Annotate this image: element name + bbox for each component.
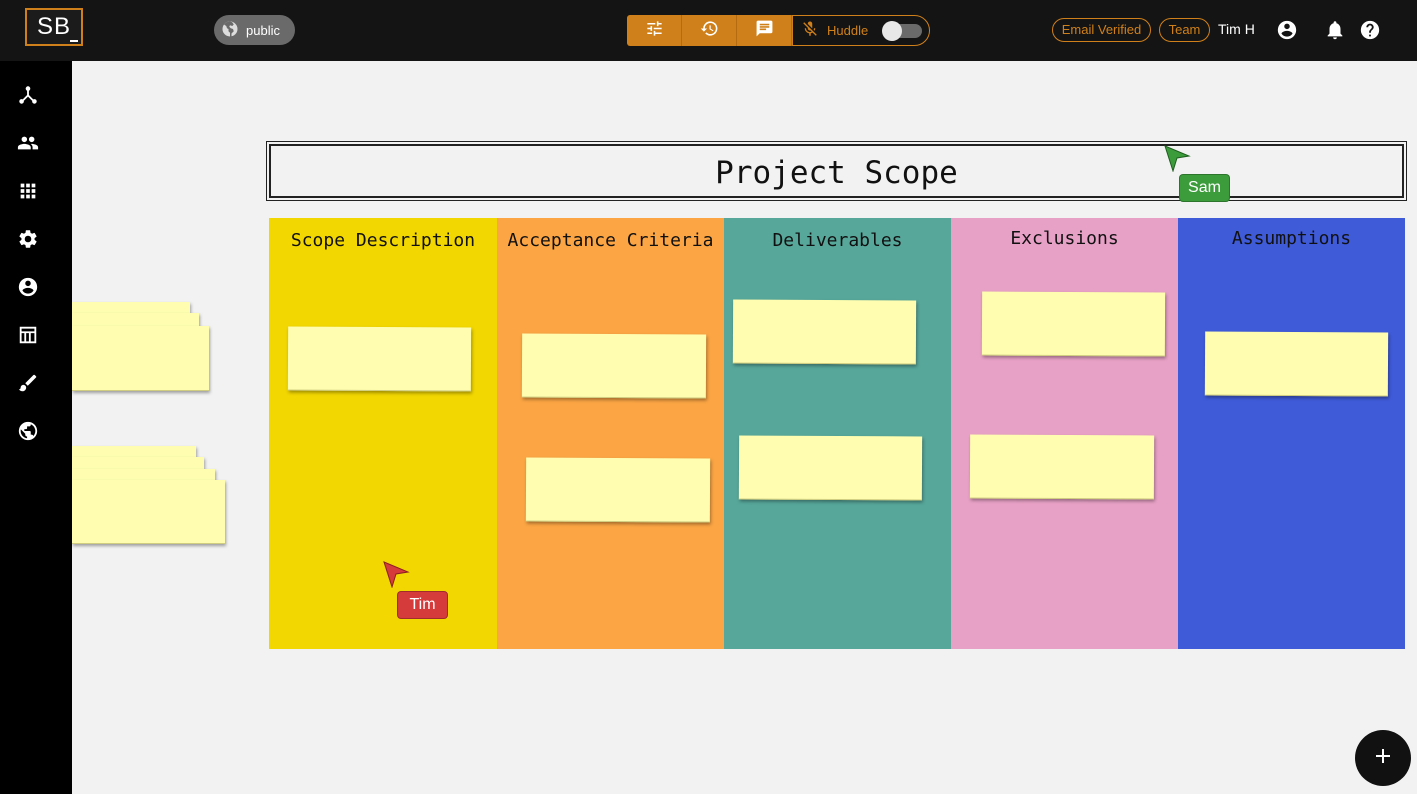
column-title: Scope Description [290, 230, 476, 251]
column-deliverables[interactable]: Deliverables [724, 218, 951, 649]
globe-icon[interactable] [17, 420, 39, 442]
chat-button[interactable] [737, 15, 792, 46]
toggle-knob [882, 20, 903, 41]
huddle-label: Huddle [827, 23, 869, 38]
sticky-note[interactable] [521, 333, 707, 399]
globe-icon [221, 20, 239, 41]
huddle-control: Huddle [792, 15, 930, 46]
help-icon[interactable] [1359, 19, 1381, 41]
logo-text: SB [36, 13, 71, 40]
visibility-label: public [246, 22, 280, 38]
top-bar: SB public Huddle Email Verified Team Tim… [0, 0, 1417, 61]
cursor-label-tim: Tim [397, 591, 448, 619]
sticky-note[interactable] [287, 326, 472, 392]
brush-icon[interactable] [17, 372, 39, 394]
table-icon[interactable] [17, 324, 39, 346]
column-title: Exclusions [1010, 228, 1119, 249]
cursor-label-sam: Sam [1179, 174, 1230, 202]
sidebar [0, 61, 72, 794]
sticky-note[interactable] [525, 457, 711, 523]
cursor-arrow-tim [382, 560, 410, 593]
user-name: Tim H [1218, 21, 1255, 37]
visibility-button[interactable]: public [214, 15, 295, 45]
network-icon[interactable] [17, 84, 39, 106]
column-title: Acceptance Criteria [507, 230, 714, 251]
column-acceptance-criteria[interactable]: Acceptance Criteria [497, 218, 724, 649]
account-icon[interactable] [1276, 19, 1298, 41]
sticky-note-stack-front[interactable] [72, 480, 225, 544]
add-button[interactable] [1355, 730, 1411, 786]
history-icon [700, 19, 719, 43]
gear-icon[interactable] [17, 228, 39, 250]
toolbar [627, 15, 792, 46]
chat-icon [755, 19, 774, 43]
huddle-toggle[interactable] [882, 20, 923, 41]
column-title: Assumptions [1231, 228, 1352, 249]
logo-underscore [70, 40, 78, 42]
column-assumptions[interactable]: Assumptions [1178, 218, 1405, 649]
profile-icon[interactable] [17, 276, 39, 298]
sticky-note[interactable] [1204, 331, 1389, 397]
sticky-note[interactable] [981, 291, 1166, 357]
sliders-icon [645, 19, 664, 43]
team-badge[interactable]: Team [1159, 18, 1210, 42]
history-button[interactable] [682, 15, 737, 46]
sticky-note[interactable] [969, 434, 1155, 500]
grid-icon[interactable] [17, 180, 39, 202]
app-logo[interactable]: SB [25, 8, 83, 46]
board-title[interactable]: Project Scope [266, 141, 1407, 201]
sticky-note[interactable] [732, 299, 917, 365]
cursor-arrow-sam [1163, 144, 1191, 177]
mic-off-icon[interactable] [801, 20, 819, 41]
bell-icon[interactable] [1324, 19, 1346, 41]
column-exclusions[interactable]: Exclusions [951, 218, 1178, 649]
column-title: Deliverables [772, 230, 903, 251]
sticky-note[interactable] [738, 435, 923, 501]
sticky-note-stack-front[interactable] [72, 326, 209, 391]
people-icon[interactable] [17, 132, 39, 154]
sliders-button[interactable] [627, 15, 682, 46]
email-verified-badge[interactable]: Email Verified [1052, 18, 1151, 42]
plus-icon [1373, 746, 1393, 771]
